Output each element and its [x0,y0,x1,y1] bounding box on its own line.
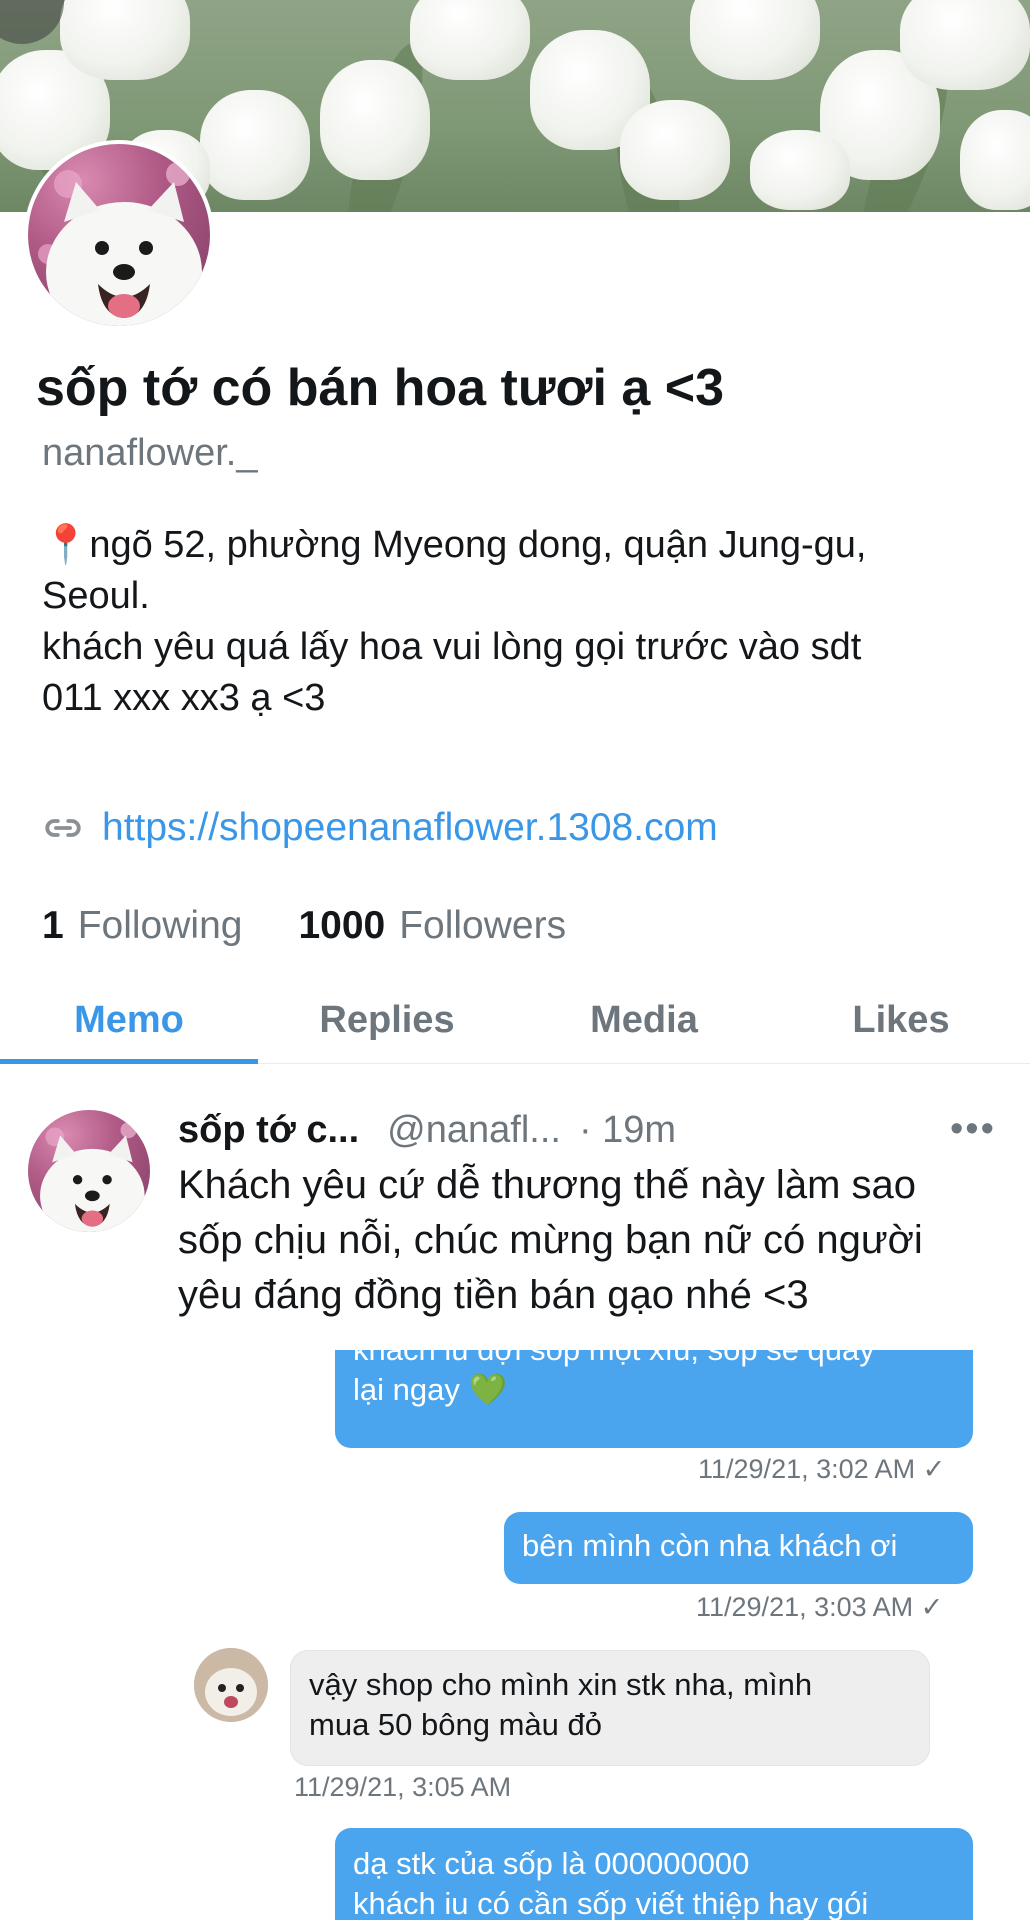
chat-bubble-outgoing: dạ stk của sốp là 000000000 khách iu có … [335,1828,973,1920]
follow-stats: 1 Following 1000 Followers [42,904,566,948]
samoyed-avatar-icon [40,1122,145,1232]
following-count: 1 [42,904,64,947]
post-author-handle[interactable]: @nanafl... [387,1109,561,1152]
post-header: sốp tớ c... @nanafl... · 19m [178,1100,676,1160]
chat-line: khách iu có cần sốp viết thiệp hay gói [353,1886,869,1920]
tab-replies[interactable]: Replies [258,990,516,1050]
samoyed-avatar-icon [38,162,202,326]
chat-line: khách iu đợi sốp một xíu, sốp sẽ quay [353,1350,955,1370]
profile-link[interactable]: https://shopeenanaflower.1308.com [42,798,718,858]
chat-line: mua 50 bông màu đỏ [309,1707,602,1742]
profile-display-name: sốp tớ có bán hoa tươi ạ <3 [36,359,725,417]
more-options-icon[interactable]: ••• [950,1108,996,1151]
post-text-line: Khách yêu cứ dễ thương thế này làm sao [178,1163,916,1207]
chat-bubble-incoming: vậy shop cho mình xin stk nha, mình mua … [290,1650,930,1766]
following-stat[interactable]: 1 Following [42,904,242,948]
post-avatar[interactable] [28,1110,150,1232]
followers-count: 1000 [298,904,386,947]
cat-avatar-icon [194,1648,268,1722]
profile-handle: nanaflower._ [42,432,258,474]
chat-timestamp: 11/29/21, 3:05 AM [294,1772,512,1802]
active-tab-indicator [0,1059,258,1064]
chat-bubble-outgoing: bên mình còn nha khách ơi [504,1512,973,1584]
followers-stat[interactable]: 1000 Followers [298,904,566,948]
profile-bio: 📍ngõ 52, phường Myeong dong, quận Jung-g… [42,520,1002,724]
bio-line: khách yêu quá lấy hoa vui lòng gọi trước… [42,626,862,668]
profile-tabs: Memo Replies Media Likes [0,990,1030,1066]
profile-avatar[interactable] [28,144,210,326]
chat-contact-avatar [194,1648,268,1722]
link-icon [45,819,81,837]
chat-timestamp: 11/29/21, 3:02 AM ✓ [698,1454,946,1484]
post-text: Khách yêu cứ dễ thương thế này làm sao s… [178,1158,998,1323]
chat-line: bên mình còn nha khách ơi [522,1528,898,1563]
chat-line: dạ stk của sốp là 000000000 [353,1846,750,1881]
followers-label: Followers [399,904,567,947]
post-timestamp: · 19m [578,1108,677,1151]
bio-line: 📍ngõ 52, phường Myeong dong, quận Jung-g… [42,524,867,566]
tab-memo[interactable]: Memo [0,990,258,1050]
chat-line: vậy shop cho mình xin stk nha, mình [309,1667,813,1702]
profile-link-text[interactable]: https://shopeenanaflower.1308.com [102,806,718,850]
post-text-line: sốp chịu nỗi, chúc mừng bạn nữ có người [178,1218,923,1262]
post-image-chat-screenshot[interactable]: khách iu đợi sốp một xíu, sốp sẽ quay lạ… [178,1350,998,1920]
chat-bubble-outgoing: khách iu đợi sốp một xíu, sốp sẽ quay lạ… [335,1350,973,1448]
bio-line: Seoul. [42,575,150,617]
post-author-name[interactable]: sốp tớ c... [178,1109,359,1152]
following-label: Following [77,904,243,947]
chat-timestamp: 11/29/21, 3:03 AM ✓ [696,1592,944,1622]
bio-line: 011 xxx xx3 ạ <3 [42,677,326,719]
tab-likes[interactable]: Likes [772,990,1030,1050]
tab-media[interactable]: Media [515,990,773,1050]
post-text-line: yêu đáng đồng tiền bán gạo nhé <3 [178,1273,809,1317]
chat-line: lại ngay 💚 [353,1372,508,1407]
